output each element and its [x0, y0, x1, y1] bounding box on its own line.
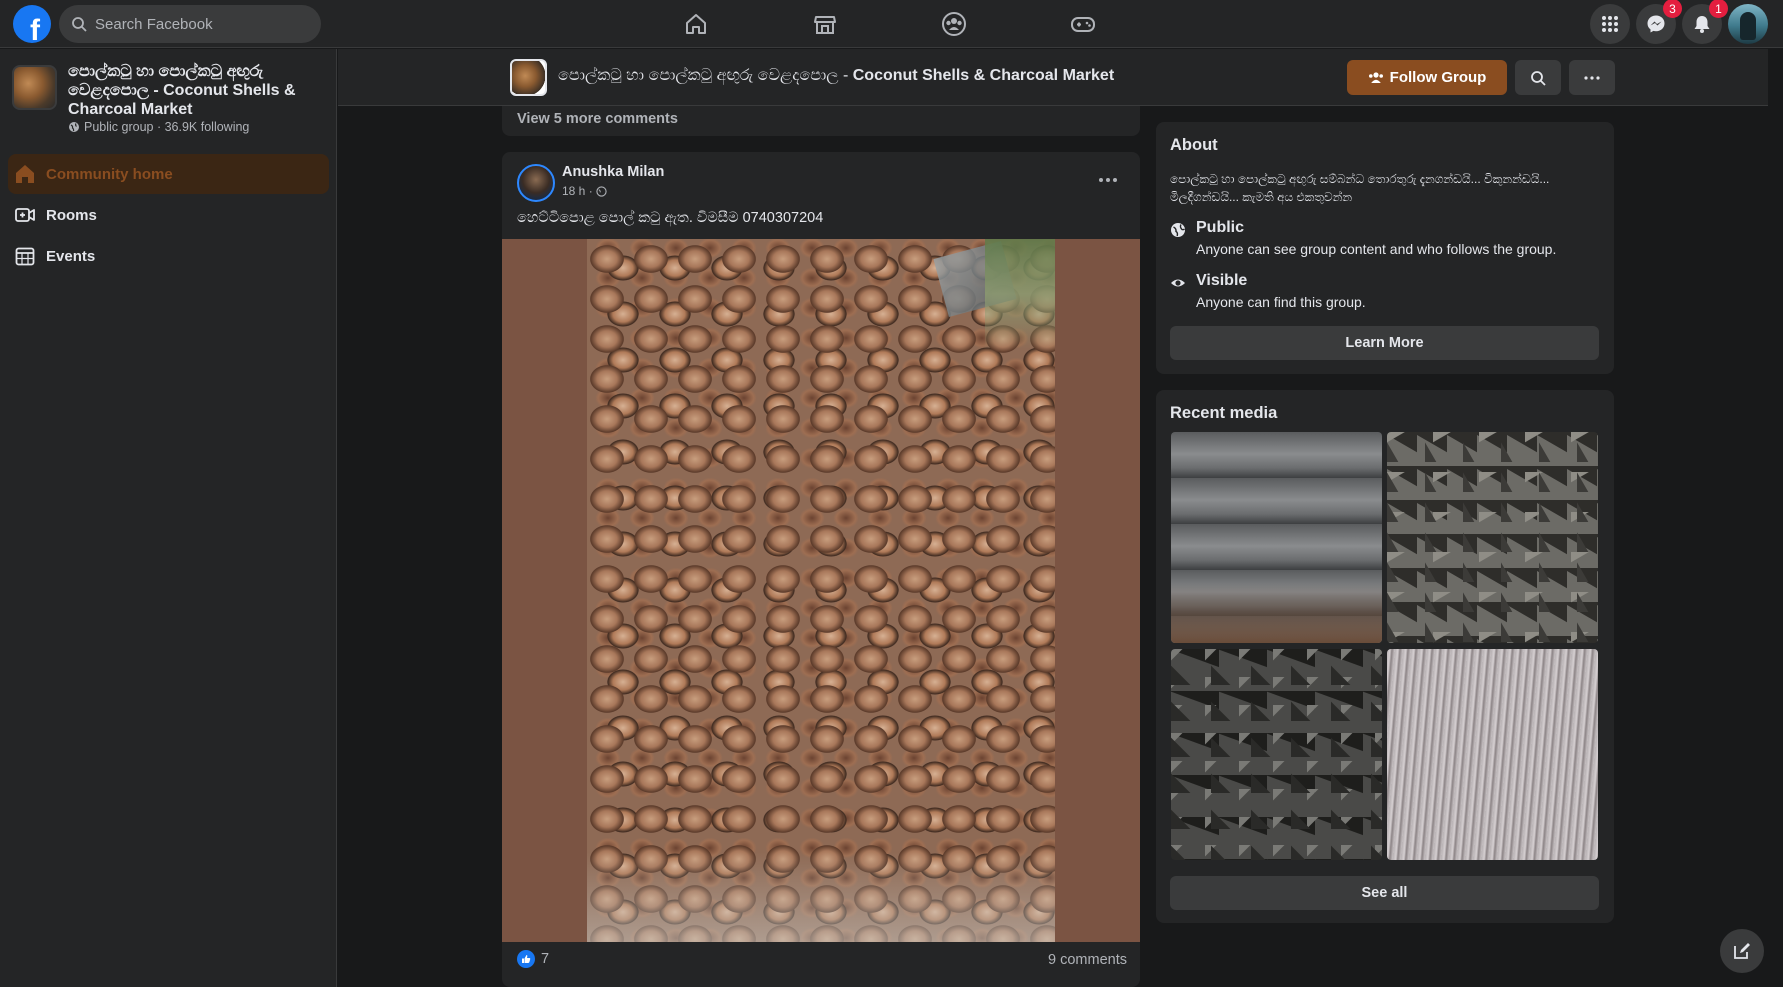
globe-icon	[1171, 223, 1185, 237]
eye-icon	[1171, 279, 1185, 287]
group-name[interactable]: පොල්කටු හා පොල්කටු අඟුරු වෙළදපොල - Cocon…	[68, 62, 323, 119]
video-room-icon	[15, 208, 35, 222]
top-navigation-bar: f 3 1	[0, 0, 1783, 48]
media-thumbnail-fibers[interactable]	[1387, 649, 1598, 860]
globe-icon	[69, 122, 79, 132]
about-visible-row: Visible Anyone can find this group.	[1170, 272, 1366, 310]
about-description: පොල්කටු හා පොල්කටු අඟුරු සම්බන්ධ තොරතුරු…	[1170, 172, 1550, 204]
group-meta: Public group · 36.9K following	[68, 120, 249, 134]
visible-description: Anyone can find this group.	[1196, 294, 1366, 310]
post-reactions[interactable]: 7	[517, 950, 549, 968]
more-horizontal-icon	[1584, 75, 1600, 80]
messenger-badge: 3	[1663, 0, 1682, 18]
see-all-media-button[interactable]: See all	[1170, 876, 1599, 910]
sidebar-item-label: Rooms	[46, 206, 97, 224]
about-public-row: Public Anyone can see group content and …	[1170, 219, 1556, 257]
photo-detail	[587, 852, 1055, 942]
search-input[interactable]	[95, 15, 295, 33]
search-box[interactable]	[59, 5, 321, 43]
post-comment-count[interactable]: 9 comments	[1048, 952, 1127, 968]
home-icon	[686, 14, 706, 34]
follow-group-button[interactable]: Follow Group	[1347, 60, 1507, 95]
group-meta-text: Public group · 36.9K following	[84, 120, 250, 134]
recent-media-title: Recent media	[1170, 404, 1278, 422]
post-time-text: 18 h ·	[562, 184, 593, 198]
group-header-title[interactable]: පොල්කටු හා පොල්කටු අඟුරු වෙළදපොල - Cocon…	[558, 67, 1114, 85]
coconut-shells-photo[interactable]	[587, 239, 1055, 942]
post-author-avatar[interactable]	[517, 164, 555, 202]
home-icon	[16, 165, 34, 183]
group-title-bold: Coconut Shells & Charcoal Market	[852, 67, 1115, 84]
post-timestamp[interactable]: 18 h ·	[562, 184, 607, 198]
marketplace-nav-button[interactable]	[805, 6, 845, 42]
left-sidebar: පොල්කටු හා පොල්කටු අඟුරු වෙළදපොල - Cocon…	[0, 49, 337, 987]
groups-icon	[942, 12, 966, 36]
gaming-icon	[1071, 17, 1095, 32]
facebook-logo-icon[interactable]: f	[13, 5, 51, 43]
new-message-button[interactable]	[1720, 929, 1764, 973]
calendar-icon	[15, 247, 35, 266]
like-icon	[517, 950, 535, 968]
group-title-prefix: පොල්කටු හා පොල්කටු අඟුරු වෙළදපොල -	[558, 67, 853, 84]
home-nav-button[interactable]	[676, 6, 716, 42]
media-thumbnail-sacks[interactable]	[1171, 432, 1382, 643]
visible-title: Visible	[1196, 272, 1248, 289]
sidebar-item-community-home[interactable]: Community home	[8, 154, 329, 194]
post-author-name[interactable]: Anushka Milan	[562, 164, 664, 180]
group-search-button[interactable]	[1515, 60, 1561, 95]
post-options-button[interactable]	[1094, 168, 1122, 192]
notifications-badge: 1	[1709, 0, 1728, 18]
group-header-thumbnail[interactable]	[510, 59, 547, 96]
grid-menu-icon	[1602, 16, 1618, 32]
bell-icon	[1694, 16, 1710, 33]
sidebar-item-label: Community home	[46, 165, 173, 183]
account-avatar[interactable]	[1728, 4, 1768, 44]
post-text: හෙට්ටිපොළ පොල් කටු ඇත. විමසීම 0740307204	[517, 210, 824, 226]
sidebar-item-label: Events	[46, 247, 96, 265]
post-photo-container[interactable]	[502, 239, 1140, 942]
learn-more-button[interactable]: Learn More	[1170, 326, 1599, 360]
more-horizontal-icon	[1099, 178, 1117, 182]
view-more-comments-link[interactable]: View 5 more comments	[517, 111, 678, 127]
public-description: Anyone can see group content and who fol…	[1196, 241, 1557, 257]
group-more-button[interactable]	[1569, 60, 1615, 95]
messenger-button[interactable]: 3	[1636, 0, 1682, 44]
scrollbar-track[interactable]	[1768, 49, 1783, 987]
media-thumbnail-charcoal[interactable]	[1387, 432, 1598, 643]
group-header-bar: පොල්කටු හා පොල්කටු අඟුරු වෙළදපොල - Cocon…	[338, 49, 1783, 106]
sidebar-item-rooms[interactable]: Rooms	[8, 195, 329, 235]
group-thumbnail[interactable]	[12, 65, 57, 110]
about-title: About	[1170, 136, 1218, 154]
marketplace-icon	[814, 16, 836, 34]
photo-detail	[985, 239, 1055, 349]
search-icon	[72, 17, 87, 32]
search-icon	[1531, 70, 1546, 86]
gaming-nav-button[interactable]	[1063, 6, 1103, 42]
notifications-button[interactable]: 1	[1682, 0, 1728, 44]
people-icon	[1368, 71, 1383, 83]
messenger-icon	[1647, 15, 1665, 33]
globe-icon	[596, 185, 607, 197]
follow-group-label: Follow Group	[1389, 69, 1487, 86]
groups-nav-button[interactable]	[934, 6, 974, 42]
menu-button[interactable]	[1590, 4, 1630, 44]
media-thumbnail-charcoal-pile[interactable]	[1171, 649, 1382, 860]
compose-icon	[1734, 943, 1750, 959]
public-title: Public	[1196, 219, 1245, 236]
sidebar-item-events[interactable]: Events	[8, 236, 329, 276]
like-count: 7	[541, 951, 550, 967]
